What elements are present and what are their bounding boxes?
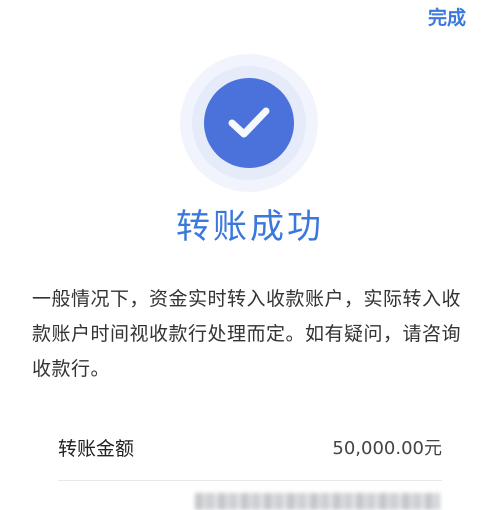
done-button[interactable]: 完成 xyxy=(428,6,466,30)
detail-row-amount: 转账金额 50,000.00元 xyxy=(32,432,442,462)
status-title: 转账成功 xyxy=(176,207,324,247)
status-description: 一般情况下，资金实时转入收款账户，实际转入收款账户时间视收款行处理而定。如有疑问… xyxy=(32,288,462,380)
detail-label: 转账金额 xyxy=(58,437,135,460)
redacted-text xyxy=(195,493,440,510)
check-mark-glyph xyxy=(228,107,270,138)
detail-value: 50,000.00元 xyxy=(332,438,442,459)
check-icon xyxy=(204,78,294,168)
divider xyxy=(58,480,442,481)
